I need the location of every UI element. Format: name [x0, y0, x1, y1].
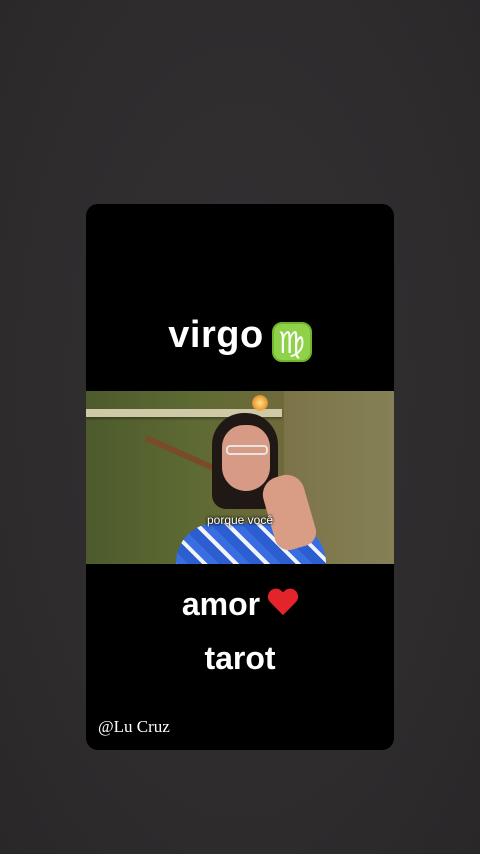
virgo-sign-icon: ♍	[271, 322, 312, 362]
card-title: virgo ♍	[86, 314, 394, 362]
screen: virgo ♍ porque você amor tarot @Lu Cruz	[0, 0, 480, 854]
person-face	[222, 425, 270, 491]
story-card[interactable]: virgo ♍ porque você amor tarot @Lu Cruz	[86, 204, 394, 750]
caption-line-2: tarot	[204, 640, 276, 676]
video-lamp	[252, 395, 268, 411]
person-glasses	[226, 445, 268, 455]
title-text: virgo	[168, 314, 264, 356]
red-heart-icon	[268, 589, 298, 617]
creator-credit: @Lu Cruz	[98, 717, 170, 736]
caption-line-1-text: amor	[181, 586, 261, 622]
caption-line-1: amor	[86, 586, 394, 623]
video-frame[interactable]: porque você	[86, 391, 394, 564]
video-person	[176, 413, 326, 564]
video-subtitle: porque você	[206, 513, 274, 527]
